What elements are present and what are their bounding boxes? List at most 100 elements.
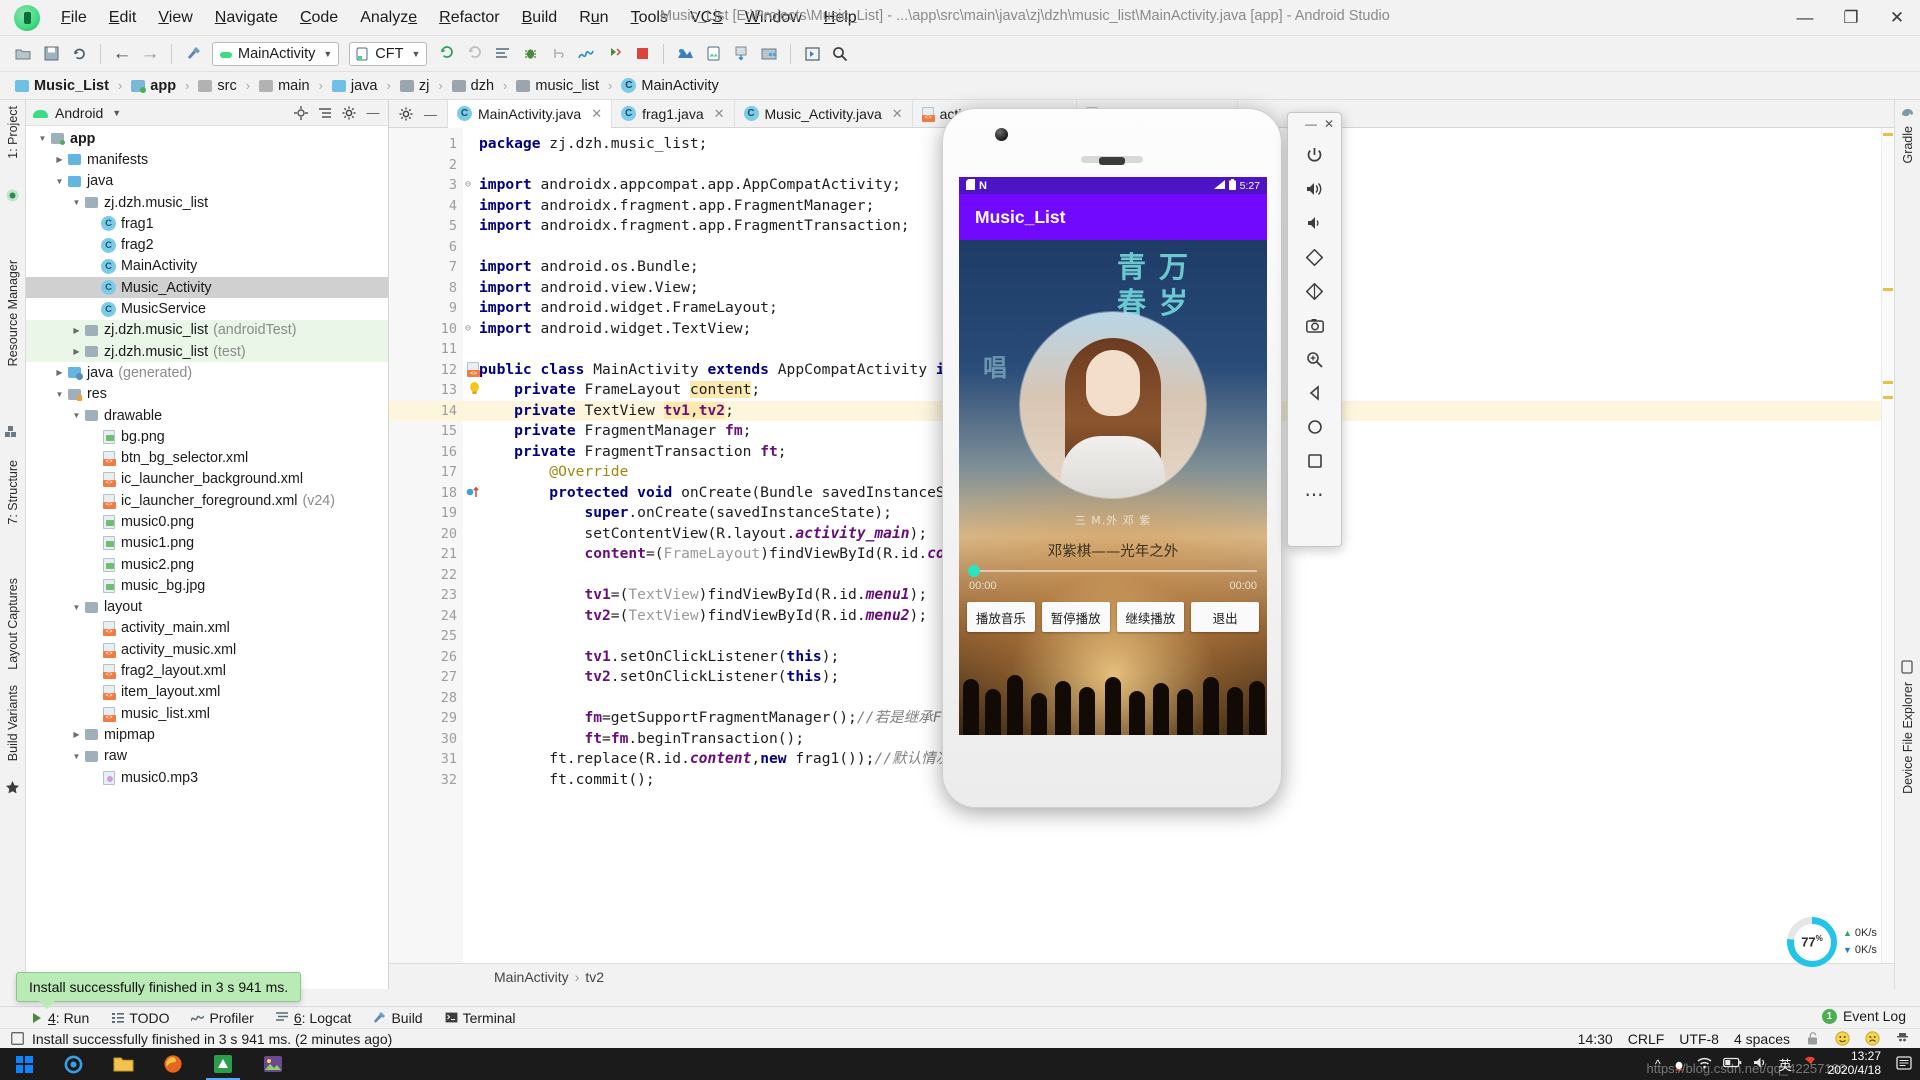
expand-arrow-icon[interactable]: ▶ [70, 347, 83, 356]
volume-down-icon[interactable] [1298, 206, 1332, 240]
tree-node-zj-dzh-music-list[interactable]: ▶ zj.dzh.music_list (test) [26, 340, 388, 363]
tree-node-frag1[interactable]: Cfrag1 [26, 213, 388, 234]
player-button-1[interactable]: 暂停播放 [1041, 602, 1110, 632]
tool-window-project[interactable]: 1: Project [6, 106, 20, 159]
editor-tab-mainactivity-java[interactable]: C MainActivity.java ✕ [448, 100, 613, 128]
menu-view[interactable]: View [147, 4, 203, 32]
tree-node-activity-main-xml[interactable]: activity_main.xml [26, 618, 388, 639]
expand-arrow-icon[interactable]: ▶ [53, 368, 66, 377]
tree-node-res[interactable]: ▼ res [26, 384, 388, 405]
expand-arrow-icon[interactable]: ▼ [53, 177, 66, 186]
tool-window-terminal[interactable]: Terminal [445, 1010, 516, 1026]
maximize-button[interactable]: ❐ [1828, 0, 1874, 36]
wifi-icon[interactable] [1697, 1057, 1712, 1072]
notification-icon[interactable] [1896, 1055, 1912, 1073]
attach-debugger-icon[interactable] [545, 41, 571, 67]
breadcrumb-item-dzh[interactable]: dzh [449, 78, 497, 94]
tree-node-drawable[interactable]: ▼ drawable [26, 405, 388, 426]
tree-node-zj-dzh-music-list[interactable]: ▼ zj.dzh.music_list [26, 192, 388, 213]
ime-icon[interactable]: 英 [1779, 1055, 1792, 1074]
menu-file[interactable]: File [50, 4, 98, 32]
tree-node-java[interactable]: ▼ java [26, 171, 388, 192]
run-icon[interactable] [433, 41, 459, 67]
editor-scrollbar[interactable] [1881, 128, 1894, 963]
tree-node-frag2[interactable]: Cfrag2 [26, 234, 388, 255]
tree-node-mainactivity[interactable]: C MainActivity [26, 256, 388, 277]
expand-arrow-icon[interactable]: ▶ [70, 326, 83, 335]
tool-window-6--logcat[interactable]: 6: Logcat [276, 1010, 351, 1026]
emulator-window[interactable]: N 5:27 Music_List 青 春 万 岁 唱 三 M.外 邓 紫 邓紫… [942, 108, 1342, 808]
tree-node-layout[interactable]: ▼ layout [26, 597, 388, 618]
event-log-button[interactable]: 1 Event Log [1821, 1008, 1906, 1024]
seek-thumb[interactable] [968, 565, 980, 577]
taskbar-clock[interactable]: 13:27 2020/4/18 [1828, 1049, 1885, 1078]
close-icon[interactable]: ✕ [714, 106, 725, 122]
menu-analyze[interactable]: Analyze [349, 4, 428, 32]
breadcrumb-item-zj[interactable]: zj [397, 78, 432, 94]
volume-up-icon[interactable] [1298, 172, 1332, 206]
stop-icon[interactable] [629, 41, 655, 67]
device-file-explorer-icon[interactable] [756, 41, 782, 67]
emulator-close-button[interactable]: ✕ [1324, 117, 1334, 138]
tool-window-todo[interactable]: TODO [111, 1010, 169, 1026]
tree-node-music-bg-jpg[interactable]: music_bg.jpg [26, 575, 388, 596]
breadcrumb-item-java[interactable]: java [329, 78, 381, 94]
home-icon[interactable] [1298, 410, 1332, 444]
breadcrumb-member[interactable]: tv2 [585, 969, 604, 985]
hacker-face-icon[interactable] [1895, 1031, 1910, 1046]
open-folder-icon[interactable] [10, 41, 36, 67]
zoom-icon[interactable] [1298, 342, 1332, 376]
unlocked-icon[interactable] [1805, 1031, 1820, 1046]
tree-node-java[interactable]: ▶ java (generated) [26, 362, 388, 383]
breadcrumb-item-mainactivity[interactable]: C MainActivity [618, 78, 721, 94]
cortana-search-icon[interactable] [48, 1048, 98, 1080]
tree-node-music0-png[interactable]: music0.png [26, 511, 388, 532]
tree-node-raw[interactable]: ▼ raw [26, 746, 388, 767]
overview-icon[interactable] [1298, 444, 1332, 478]
tool-window-device-file-explorer[interactable]: Device File Explorer [1901, 682, 1915, 794]
tree-node-musicservice[interactable]: C MusicService [26, 298, 388, 319]
run-coverage-icon[interactable] [461, 41, 487, 67]
happy-face-icon[interactable] [1835, 1031, 1850, 1046]
tool-window-build[interactable]: Build [373, 1010, 423, 1026]
photos-icon[interactable] [248, 1048, 298, 1080]
settings-gear-icon[interactable] [340, 104, 358, 122]
settings-gear-icon[interactable] [397, 106, 414, 123]
android-studio-icon[interactable] [198, 1048, 248, 1080]
editor-tab-music-activity-java[interactable]: C Music_Activity.java ✕ [735, 100, 913, 127]
project-view-selector-label[interactable]: Android [55, 105, 103, 121]
run-configuration-selector[interactable]: MainActivity ▼ [212, 41, 340, 66]
tree-node-music2-png[interactable]: music2.png [26, 554, 388, 575]
breadcrumb-item-main[interactable]: main [256, 78, 312, 94]
tree-node-item-layout-xml[interactable]: item_layout.xml [26, 682, 388, 703]
tree-node-music-activity[interactable]: C Music_Activity [26, 277, 388, 299]
indent-setting[interactable]: 4 spaces [1734, 1031, 1790, 1047]
expand-arrow-icon[interactable]: ▼ [70, 752, 83, 761]
expand-arrow-icon[interactable]: ▼ [70, 603, 83, 612]
player-button-0[interactable]: 播放音乐 [967, 602, 1035, 632]
breadcrumb-item-music_list[interactable]: Music_List [12, 78, 112, 94]
tree-node-frag2-layout-xml[interactable]: frag2_layout.xml [26, 660, 388, 681]
tool-window-4--run[interactable]: 4: Run [30, 1010, 89, 1026]
tool-window-resource-manager[interactable]: Resource Manager [6, 260, 20, 366]
tree-node-app[interactable]: ▼ app [26, 128, 388, 149]
screenshot-camera-icon[interactable] [1298, 308, 1332, 342]
tool-window-profiler[interactable]: Profiler [191, 1010, 254, 1026]
device-selector[interactable]: CFT ▼ [349, 41, 428, 66]
tool-window-structure[interactable]: 7: Structure [6, 460, 20, 525]
hide-panel-icon[interactable]: — [364, 104, 382, 122]
seek-bar[interactable] [968, 565, 1257, 577]
profiler-icon[interactable] [573, 41, 599, 67]
tree-node-music1-png[interactable]: music1.png [26, 533, 388, 554]
sync-icon[interactable] [66, 41, 92, 67]
save-all-icon[interactable] [38, 41, 64, 67]
tree-node-music-list-xml[interactable]: music_list.xml [26, 703, 388, 724]
run-anything-icon[interactable] [601, 41, 627, 67]
tool-window-gradle[interactable]: Gradle [1901, 126, 1915, 164]
close-button[interactable]: ✕ [1874, 0, 1920, 36]
line-separator[interactable]: CRLF [1628, 1031, 1665, 1047]
rotate-left-icon[interactable] [1298, 240, 1332, 274]
menu-code[interactable]: Code [289, 4, 349, 32]
menu-run[interactable]: Run [568, 4, 619, 32]
tree-node-activity-music-xml[interactable]: activity_music.xml [26, 639, 388, 660]
